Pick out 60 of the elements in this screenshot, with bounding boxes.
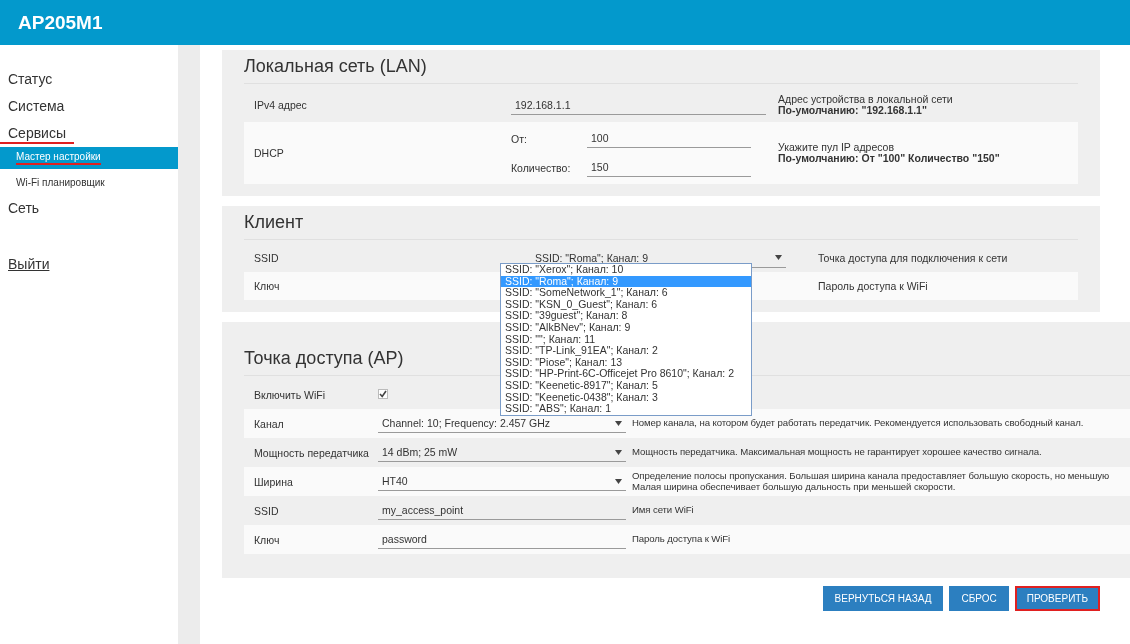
dropdown-option[interactable]: SSID: "HP-Print-6C-Officejet Pro 8610"; Канал: 2: [501, 368, 751, 380]
row-label: DHCP: [254, 147, 285, 159]
dropdown-option[interactable]: SSID: "AlkBNev"; Канал: 9: [501, 321, 751, 334]
hint-text: Определение полосы пропускания. Большая ширина канала предоставляет большую скорость, но меньшую: [632, 471, 1111, 482]
caret-icon: [615, 420, 622, 426]
dropdown-option[interactable]: SSID: ""; Канал: 11: [501, 333, 751, 346]
dropdown-option[interactable]: SSID: "ABS"; Канал: 1: [501, 403, 751, 415]
action-button[interactable]: СБРОС: [949, 586, 1009, 611]
row-label: SSID: [254, 252, 280, 264]
sidebar-item[interactable]: Сеть: [0, 196, 48, 220]
row-label: Канал: [254, 417, 285, 430]
dropdown-option[interactable]: SSID: "Keenetic-8917"; Канал: 5: [501, 379, 751, 392]
dropdown-select[interactable]: 14 dBm; 25 mW: [378, 443, 626, 462]
hint-text: Малая ширина обеспечивает большую дальность при меньшей скорости.: [632, 481, 956, 492]
row-label: Ширина: [254, 475, 294, 488]
caret-icon: [775, 255, 782, 260]
row-label: Включить WiFi: [254, 388, 326, 401]
text-field[interactable]: password: [378, 530, 626, 549]
text-field[interactable]: my_access_point: [378, 501, 626, 520]
dropdown-select[interactable]: Channel: 10; Frequency: 2.457 GHz: [378, 414, 626, 433]
dropdown-option[interactable]: SSID: "SomeNetwork_1"; Канал: 6: [501, 287, 751, 299]
logout-link[interactable]: Выйти: [0, 252, 58, 276]
sidebar-subitem[interactable]: Wi-Fi планировщик: [0, 173, 178, 192]
row-label: SSID: [254, 504, 280, 517]
dropdown-option[interactable]: SSID: "TP-Link_91EA"; Канал: 2: [501, 345, 751, 357]
hint-text: Адрес устройства в локальной сети: [778, 94, 954, 105]
action-button[interactable]: ПРОВЕРИТЬ: [1014, 586, 1100, 611]
hint-text: Точка доступа для подключения к сети: [818, 252, 1009, 264]
action-button[interactable]: ВЕРНУТЬСЯ НАЗАД: [822, 586, 944, 611]
caret-icon: [615, 478, 622, 484]
caret-icon: [615, 449, 622, 455]
row-label: IPv4 адрес: [254, 99, 308, 111]
text-field[interactable]: 192.168.1.1: [511, 95, 766, 115]
dropdown-option[interactable]: SSID: "Piose"; Канал: 13: [501, 356, 751, 369]
sidebar-item[interactable]: Статус: [0, 67, 61, 91]
device-title: AP205M1: [18, 11, 103, 34]
field-label: Количество:: [511, 161, 572, 174]
dropdown-option[interactable]: SSID: "Keenetic-0438"; Канал: 3: [501, 391, 751, 404]
section-title: Локальная сеть (LAN): [244, 50, 1078, 84]
hint-text: Пароль доступа к WiFi: [818, 280, 929, 292]
hint-text: Мощность передатчика. Максимальная мощность не гарантирует хорошее качество сигнала.: [632, 447, 1043, 458]
default-text: По-умолчанию: От "100" Количество "150": [778, 153, 1001, 164]
default-text: По-умолчанию: "192.168.1.1": [778, 105, 928, 116]
text-field[interactable]: 100: [587, 129, 751, 148]
hint-text: Номер канала, на котором будет работать передатчик. Рекомендуется использовать свободный канал.: [632, 418, 1085, 429]
hint-text: Укажите пул IP адресов: [778, 142, 895, 153]
section-title: Клиент: [244, 206, 1078, 240]
field-label: От:: [511, 132, 528, 145]
dropdown-option[interactable]: SSID: "39guest"; Канал: 8: [501, 310, 751, 322]
dropdown-option[interactable]: SSID: "KSN_0_Guest"; Канал: 6: [501, 298, 751, 311]
row-label: Ключ: [254, 533, 281, 546]
row-label: Мощность передатчика: [254, 446, 370, 459]
hint-text: Пароль доступа к WiFi: [632, 534, 732, 545]
hint-text: Имя сети WiFi: [632, 505, 695, 516]
sidebar-item[interactable]: Система: [0, 94, 73, 118]
checkbox[interactable]: [378, 388, 388, 399]
sidebar-item[interactable]: Сервисы: [0, 121, 74, 144]
row-label: Ключ: [254, 280, 281, 292]
dropdown-select[interactable]: HT40: [378, 472, 626, 491]
text-field[interactable]: 150: [587, 158, 751, 177]
